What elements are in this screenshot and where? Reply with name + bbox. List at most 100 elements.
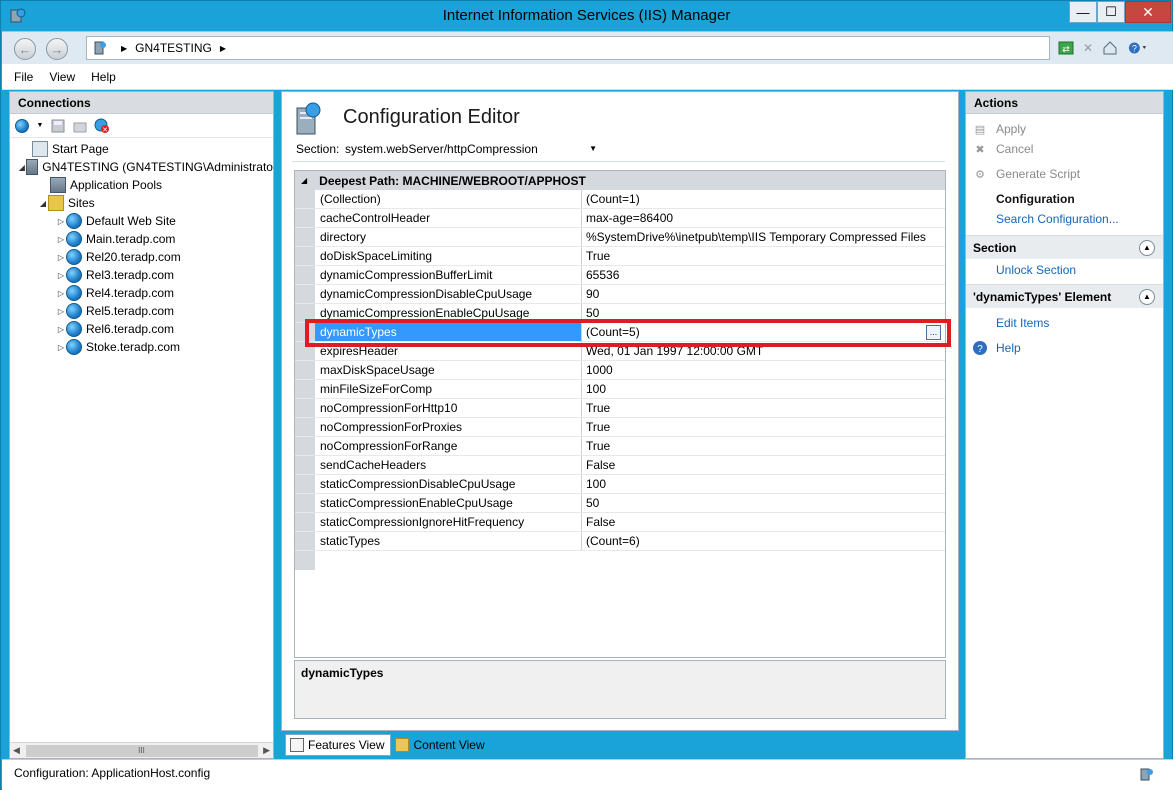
chevron-down-icon[interactable]: ▼ [589,144,597,153]
unlock-section-action[interactable]: Unlock Section [966,260,1163,280]
property-grid-header[interactable]: ◢ Deepest Path: MACHINE/WEBROOT/APPHOST [295,171,945,190]
property-name[interactable]: sendCacheHeaders [315,456,582,474]
home-icon[interactable] [1100,38,1120,58]
tree-item-start-page[interactable]: Start Page [10,140,273,158]
property-row[interactable]: noCompressionForHttp10 True [295,399,945,418]
property-value[interactable]: max-age=86400 [582,209,945,227]
apply-action[interactable]: ▤ Apply [966,119,1163,139]
save-icon[interactable] [50,118,66,134]
property-row[interactable]: dynamicCompressionBufferLimit 65536 [295,266,945,285]
tree-item-site[interactable]: ▷ Rel4.teradp.com [10,284,273,302]
close-button[interactable]: ✕ [1125,1,1171,23]
property-name[interactable]: minFileSizeForComp [315,380,582,398]
minimize-button[interactable]: — [1069,1,1097,23]
property-name[interactable]: expiresHeader [315,342,582,360]
property-value[interactable]: 50 [582,494,945,512]
breadcrumb[interactable]: ▶ GN4TESTING ▶ [86,36,1050,60]
expand-caret-icon[interactable]: ▷ [56,343,66,352]
property-row[interactable]: maxDiskSpaceUsage 1000 [295,361,945,380]
property-row[interactable]: (Collection) (Count=1) [295,190,945,209]
generate-script-action[interactable]: ⚙ Generate Script [966,164,1163,184]
property-row[interactable]: minFileSizeForComp 100 [295,380,945,399]
property-name[interactable]: noCompressionForProxies [315,418,582,436]
tab-content-view[interactable]: Content View [391,734,490,756]
edit-items-action[interactable]: Edit Items [966,313,1163,333]
section-group-header[interactable]: Section ▲ [966,235,1163,259]
collapse-caret-icon[interactable]: ◢ [18,163,26,172]
collapse-up-icon[interactable]: ▲ [1139,239,1155,256]
section-dropdown[interactable]: system.webServer/httpCompression ▼ [342,137,602,160]
element-group-header[interactable]: 'dynamicTypes' Element ▲ [966,284,1163,308]
property-name[interactable]: (Collection) [315,190,582,208]
menu-help[interactable]: Help [91,70,116,84]
property-name[interactable]: dynamicCompressionBufferLimit [315,266,582,284]
property-value[interactable]: (Count=6) [582,532,945,550]
chevron-down-icon[interactable]: ▼ [36,118,44,134]
property-value[interactable]: True [582,247,945,265]
property-row[interactable]: dynamicTypes (Count=5)... [295,323,945,342]
property-name[interactable]: dynamicTypes [315,323,582,341]
tree-item-site[interactable]: ▷ Default Web Site [10,212,273,230]
property-value[interactable]: 1000 [582,361,945,379]
expand-caret-icon[interactable]: ▷ [56,307,66,316]
menu-file[interactable]: File [14,70,33,84]
property-value[interactable]: True [582,399,945,417]
property-value[interactable]: True [582,418,945,436]
property-row[interactable]: directory %SystemDrive%\inetpub\temp\IIS … [295,228,945,247]
expand-caret-icon[interactable]: ▷ [56,217,66,226]
collapse-up-icon[interactable]: ▲ [1139,288,1155,305]
back-button[interactable]: ← [14,38,36,60]
tree-item-application-pools[interactable]: Application Pools [10,176,273,194]
property-value[interactable]: False [582,456,945,474]
property-row[interactable]: staticCompressionDisableCpuUsage 100 [295,475,945,494]
tab-features-view[interactable]: Features View [285,734,392,756]
property-value[interactable]: 100 [582,380,945,398]
property-value[interactable]: (Count=5)... [582,323,945,341]
tree-item-site[interactable]: ▷ Stoke.teradp.com [10,338,273,356]
collapse-caret-icon[interactable]: ◢ [301,176,307,185]
search-configuration-action[interactable]: Search Configuration... [966,209,1163,229]
refresh-icon[interactable]: ⇄ [1056,38,1076,58]
property-value[interactable]: %SystemDrive%\inetpub\temp\IIS Temporary… [582,228,945,246]
collapse-caret-icon[interactable]: ◢ [38,199,48,208]
maximize-button[interactable]: ☐ [1097,1,1125,23]
property-name[interactable]: cacheControlHeader [315,209,582,227]
tree-item-site[interactable]: ▷ Rel20.teradp.com [10,248,273,266]
scroll-left-icon[interactable]: ◀ [10,745,20,756]
property-value[interactable]: False [582,513,945,531]
expand-caret-icon[interactable]: ▷ [56,235,66,244]
property-row[interactable]: noCompressionForProxies True [295,418,945,437]
up-folder-icon[interactable] [72,118,88,134]
property-row[interactable]: dynamicCompressionEnableCpuUsage 50 [295,304,945,323]
property-name[interactable]: staticCompressionIgnoreHitFrequency [315,513,582,531]
tree-item-site[interactable]: ▷ Rel3.teradp.com [10,266,273,284]
expand-caret-icon[interactable]: ▷ [56,253,66,262]
property-value[interactable]: 100 [582,475,945,493]
property-row[interactable]: noCompressionForRange True [295,437,945,456]
tree-item-site[interactable]: ▷ Rel5.teradp.com [10,302,273,320]
property-name[interactable]: noCompressionForHttp10 [315,399,582,417]
property-row[interactable]: dynamicCompressionDisableCpuUsage 90 [295,285,945,304]
tree-item-sites[interactable]: ◢ Sites [10,194,273,212]
property-row[interactable]: staticCompressionIgnoreHitFrequency False [295,513,945,532]
menu-view[interactable]: View [49,70,75,84]
stop-icon[interactable]: ✕ [1078,38,1098,58]
help-dropdown-icon[interactable]: ? [1128,38,1148,58]
tree-item-site[interactable]: ▷ Rel6.teradp.com [10,320,273,338]
property-value[interactable]: True [582,437,945,455]
property-name[interactable]: staticCompressionDisableCpuUsage [315,475,582,493]
horizontal-scrollbar[interactable]: ◀ III ▶ [10,742,273,758]
expand-caret-icon[interactable]: ▷ [56,325,66,334]
expand-caret-icon[interactable]: ▷ [56,271,66,280]
connect-globe-icon[interactable] [14,118,30,134]
property-row[interactable]: staticTypes (Count=6) [295,532,945,551]
tree-item-server[interactable]: ◢ GN4TESTING (GN4TESTING\Administrato [10,158,273,176]
property-row[interactable]: sendCacheHeaders False [295,456,945,475]
property-name[interactable]: directory [315,228,582,246]
forward-button[interactable]: → [46,38,68,60]
property-row[interactable]: expiresHeader Wed, 01 Jan 1997 12:00:00 G… [295,342,945,361]
property-row[interactable]: cacheControlHeader max-age=86400 [295,209,945,228]
property-value[interactable]: 65536 [582,266,945,284]
property-name[interactable]: dynamicCompressionDisableCpuUsage [315,285,582,303]
breadcrumb-separator[interactable]: ▶ [220,44,226,53]
